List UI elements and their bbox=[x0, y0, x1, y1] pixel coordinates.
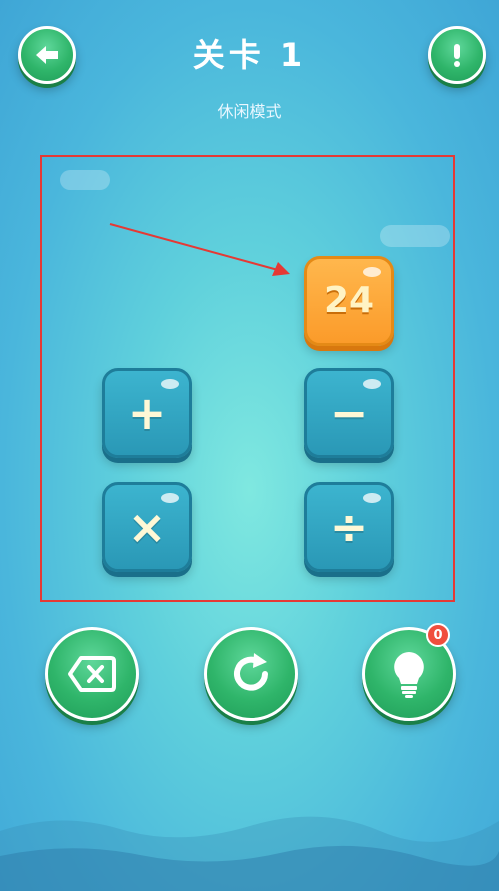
plus-icon: + bbox=[127, 386, 167, 440]
exclamation-icon bbox=[454, 44, 460, 67]
divide-icon: ÷ bbox=[329, 500, 369, 554]
help-button[interactable] bbox=[428, 26, 486, 84]
target-number: 24 bbox=[323, 280, 375, 321]
delete-button[interactable] bbox=[45, 627, 139, 721]
pointer-arrow bbox=[109, 223, 290, 276]
target-number-tile[interactable]: 24 bbox=[304, 256, 394, 346]
backspace-icon bbox=[68, 656, 116, 692]
operator-plus-tile[interactable]: + bbox=[102, 368, 192, 458]
background-waves bbox=[0, 816, 499, 891]
hint-count-badge: 0 bbox=[426, 623, 450, 647]
lightbulb-icon bbox=[394, 652, 424, 698]
minus-icon: − bbox=[329, 386, 369, 440]
operator-minus-tile[interactable]: − bbox=[304, 368, 394, 458]
game-mode-label: 休闲模式 bbox=[217, 102, 282, 121]
operator-times-tile[interactable]: × bbox=[102, 482, 192, 572]
level-title: 关卡 1 bbox=[192, 36, 307, 74]
operator-divide-tile[interactable]: ÷ bbox=[304, 482, 394, 572]
restart-button[interactable] bbox=[204, 627, 298, 721]
refresh-icon bbox=[234, 653, 268, 691]
times-icon: × bbox=[127, 500, 167, 554]
